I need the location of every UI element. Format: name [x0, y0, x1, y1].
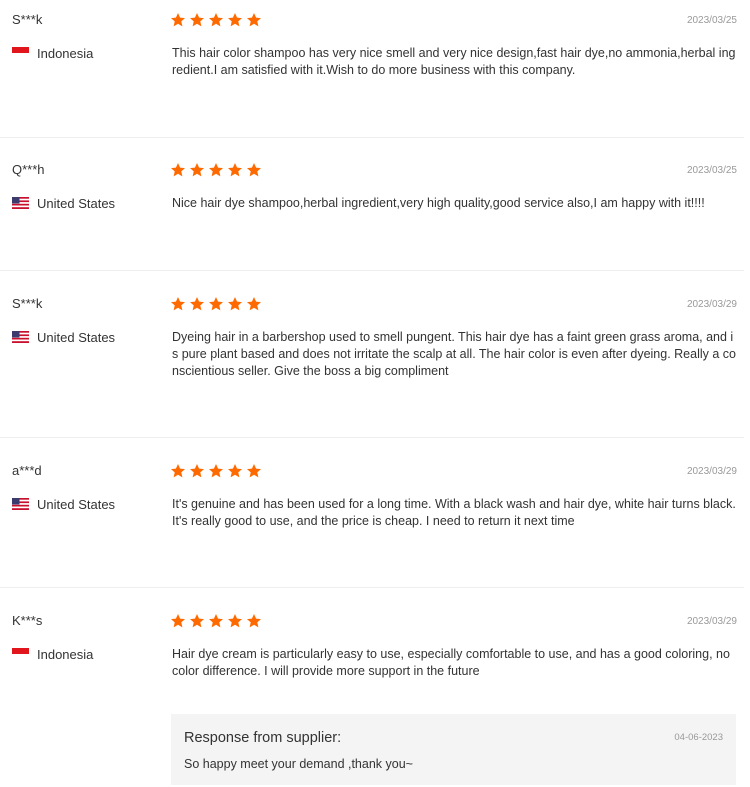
indonesia-flag-icon	[12, 47, 29, 59]
star-icon	[228, 464, 242, 478]
review-item: S***k Indonesia 2023/03/25 This hair col…	[0, 0, 744, 138]
supplier-response: Response from supplier: 04-06-2023 So ha…	[171, 714, 736, 785]
supplier-response-date: 04-06-2023	[674, 732, 723, 743]
country-name: United States	[37, 195, 116, 211]
review-text: It's genuine and has been used for a lon…	[172, 497, 736, 528]
star-icon	[190, 13, 204, 27]
reviewer-name: Q***h	[12, 162, 45, 177]
star-rating	[170, 162, 265, 178]
star-icon	[209, 13, 223, 27]
star-rating	[170, 296, 265, 312]
star-icon	[171, 614, 185, 628]
star-icon	[228, 297, 242, 311]
star-icon	[190, 163, 204, 177]
star-icon	[171, 464, 185, 478]
star-icon	[190, 614, 204, 628]
star-icon	[247, 464, 261, 478]
reviewer-country: United States	[12, 194, 115, 212]
star-icon	[209, 163, 223, 177]
reviewer-name: S***k	[12, 296, 43, 311]
country-name: Indonesia	[37, 45, 94, 61]
reviewer-name: K***s	[12, 613, 43, 628]
review-item: Q***h United States 2023/03/25 Nice hair…	[0, 150, 744, 271]
reviewer-country: United States	[12, 495, 115, 513]
review-date: 2023/03/25	[686, 15, 737, 26]
reviewer-name: S***k	[12, 12, 43, 27]
country-name: United States	[37, 496, 116, 512]
star-icon	[209, 614, 223, 628]
star-icon	[190, 297, 204, 311]
us-flag-icon	[12, 331, 29, 343]
star-icon	[228, 13, 242, 27]
us-flag-icon	[12, 197, 29, 209]
star-icon	[228, 614, 242, 628]
country-name: United States	[37, 329, 116, 345]
review-date: 2023/03/29	[686, 466, 737, 477]
star-icon	[171, 13, 185, 27]
star-rating	[170, 12, 265, 28]
review-date: 2023/03/29	[686, 616, 737, 627]
review-text: Nice hair dye shampoo,herbal ingredient,…	[172, 196, 705, 210]
country-name: Indonesia	[37, 646, 94, 662]
reviewer-name: a***d	[12, 463, 42, 478]
star-icon	[247, 614, 261, 628]
star-rating	[170, 613, 265, 629]
supplier-response-text: So happy meet your demand ,thank you~	[184, 757, 413, 771]
review-item: S***k United States 2023/03/29 Dyeing ha…	[0, 284, 744, 438]
review-date: 2023/03/25	[686, 165, 737, 176]
star-icon	[209, 464, 223, 478]
reviewer-country: Indonesia	[12, 645, 93, 663]
us-flag-icon	[12, 498, 29, 510]
star-icon	[247, 13, 261, 27]
review-item: a***d United States 2023/03/29 It's genu…	[0, 451, 744, 588]
star-icon	[190, 464, 204, 478]
review-text: Dyeing hair in a barbershop used to smel…	[172, 330, 736, 378]
star-icon	[171, 297, 185, 311]
star-icon	[228, 163, 242, 177]
reviewer-country: United States	[12, 328, 115, 346]
star-rating	[170, 463, 265, 479]
star-icon	[247, 297, 261, 311]
indonesia-flag-icon	[12, 648, 29, 660]
reviewer-country: Indonesia	[12, 44, 93, 62]
review-date: 2023/03/29	[686, 299, 737, 310]
supplier-response-title: Response from supplier:	[184, 730, 342, 746]
star-icon	[247, 163, 261, 177]
star-icon	[171, 163, 185, 177]
review-text: This hair color shampoo has very nice sm…	[172, 46, 736, 77]
review-text: Hair dye cream is particularly easy to u…	[172, 647, 730, 678]
star-icon	[209, 297, 223, 311]
